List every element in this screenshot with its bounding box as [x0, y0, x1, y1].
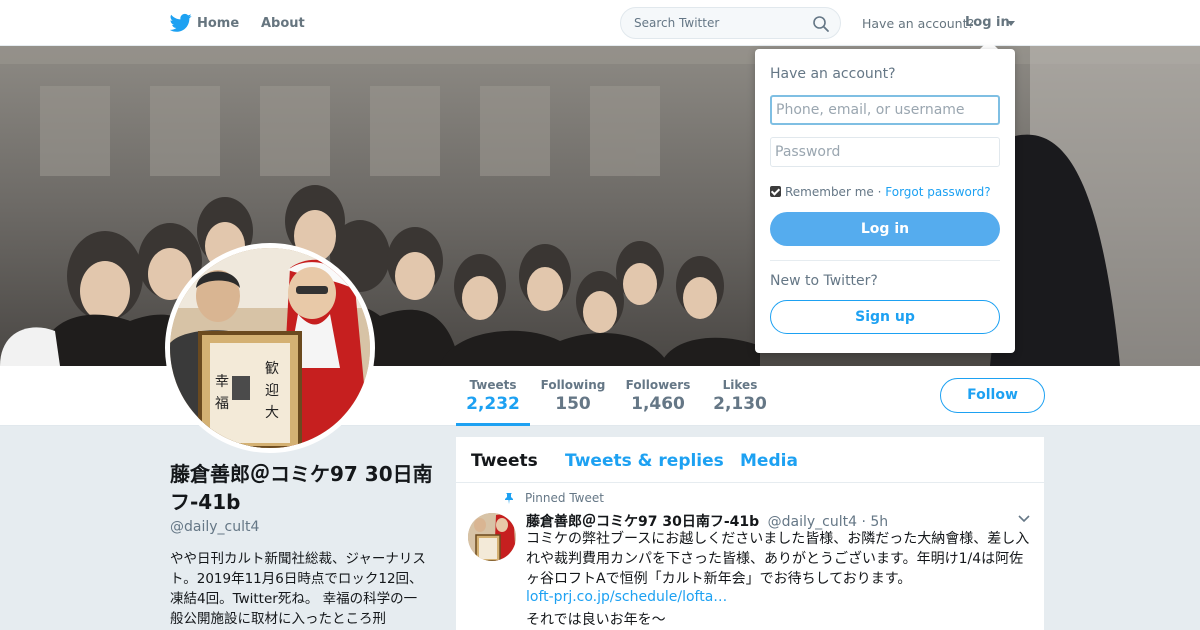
login-button[interactable]: Log in: [770, 212, 1000, 246]
top-navigation-bar: Home About Search Twitter Have an accoun…: [0, 0, 1200, 46]
remember-me-checkbox[interactable]: [770, 186, 781, 197]
dropdown-caret: [980, 40, 998, 49]
stat-value: 2,130: [713, 394, 767, 414]
stat-label: Tweets: [469, 378, 517, 392]
new-to-twitter-text: New to Twitter?: [770, 273, 878, 289]
active-stat-underline: [456, 423, 530, 426]
tab-tweets-replies[interactable]: Tweets & replies: [565, 451, 724, 471]
tweet-text: コミケの弊社ブースにお越しくださいました皆様、お隣だった大納會様、差し入れや裁判…: [526, 531, 1030, 587]
stat-value: 2,232: [466, 394, 520, 414]
svg-text:大: 大: [265, 405, 279, 421]
svg-text:幸: 幸: [215, 374, 229, 390]
login-menu-button[interactable]: Log in: [965, 15, 1010, 30]
profile-bio: やや日刊カルト新聞社総裁、ジャーナリスト。2019年11月6日時点でロック12回…: [170, 551, 426, 627]
tweet-author-name[interactable]: 藤倉善郎＠コミケ97 30日南フ-41b: [526, 514, 759, 530]
profile-avatar[interactable]: 幸 福 歓 迎 大: [165, 243, 375, 453]
svg-text:歓: 歓: [265, 360, 279, 377]
search-icon[interactable]: [812, 15, 830, 33]
stat-following[interactable]: Following 150: [540, 378, 606, 414]
password-field[interactable]: [770, 137, 1000, 167]
tweet-header: 藤倉善郎＠コミケ97 30日南フ-41b @daily_cult4 · 5h: [526, 511, 888, 531]
tweet-text-continued: それでは良いお年を～: [526, 612, 666, 628]
have-account-text: Have an account?: [862, 16, 975, 31]
forgot-password-link[interactable]: Forgot password?: [885, 185, 990, 199]
caret-down-icon[interactable]: [1007, 21, 1015, 26]
pin-icon: [505, 493, 513, 504]
nav-home-link[interactable]: Home: [197, 16, 239, 31]
tab-tweets[interactable]: Tweets: [471, 451, 538, 471]
stat-likes[interactable]: Likes 2,130: [712, 378, 768, 414]
svg-text:迎: 迎: [265, 383, 279, 399]
chevron-down-icon[interactable]: [1018, 515, 1030, 523]
signup-button[interactable]: Sign up: [770, 300, 1000, 334]
remember-row: Remember me · Forgot password?: [770, 185, 991, 199]
login-dropdown: Have an account? Remember me · Forgot pa…: [755, 49, 1015, 353]
twitter-bird-icon[interactable]: [170, 13, 192, 33]
tweet-author-handle[interactable]: @daily_cult4: [768, 514, 857, 530]
tweet-avatar[interactable]: [468, 513, 516, 561]
search-input[interactable]: Search Twitter: [634, 16, 719, 30]
stat-followers[interactable]: Followers 1,460: [624, 378, 692, 414]
stat-label: Followers: [625, 378, 691, 392]
tab-media[interactable]: Media: [740, 451, 798, 471]
username-field[interactable]: [770, 95, 1000, 125]
separator-dot: ·: [877, 185, 882, 199]
stat-label: Likes: [722, 378, 758, 392]
nav-about-link[interactable]: About: [261, 16, 305, 31]
timeline: Tweets Tweets & replies Media Pinned Twe…: [456, 437, 1044, 630]
stat-value: 1,460: [631, 394, 685, 414]
stat-value: 150: [555, 394, 591, 414]
follow-button[interactable]: Follow: [940, 378, 1045, 413]
dropdown-title: Have an account?: [770, 66, 896, 82]
stat-tweets[interactable]: Tweets 2,232: [456, 378, 530, 414]
tweet-timestamp[interactable]: · 5h: [861, 514, 888, 530]
remember-me-label[interactable]: Remember me: [785, 185, 874, 199]
profile-handle[interactable]: @daily_cult4: [170, 519, 259, 535]
tweet-link[interactable]: loft-prj.co.jp/schedule/lofta…: [526, 589, 727, 605]
stat-label: Following: [540, 378, 606, 392]
timeline-tabs: Tweets Tweets & replies Media: [456, 437, 1044, 483]
pinned-tweet-label: Pinned Tweet: [525, 491, 604, 505]
search-box[interactable]: Search Twitter: [620, 7, 841, 39]
divider: [770, 260, 1000, 261]
profile-name: 藤倉善郎＠コミケ97 30日南フ-41b: [170, 462, 433, 514]
svg-text:福: 福: [215, 396, 229, 412]
